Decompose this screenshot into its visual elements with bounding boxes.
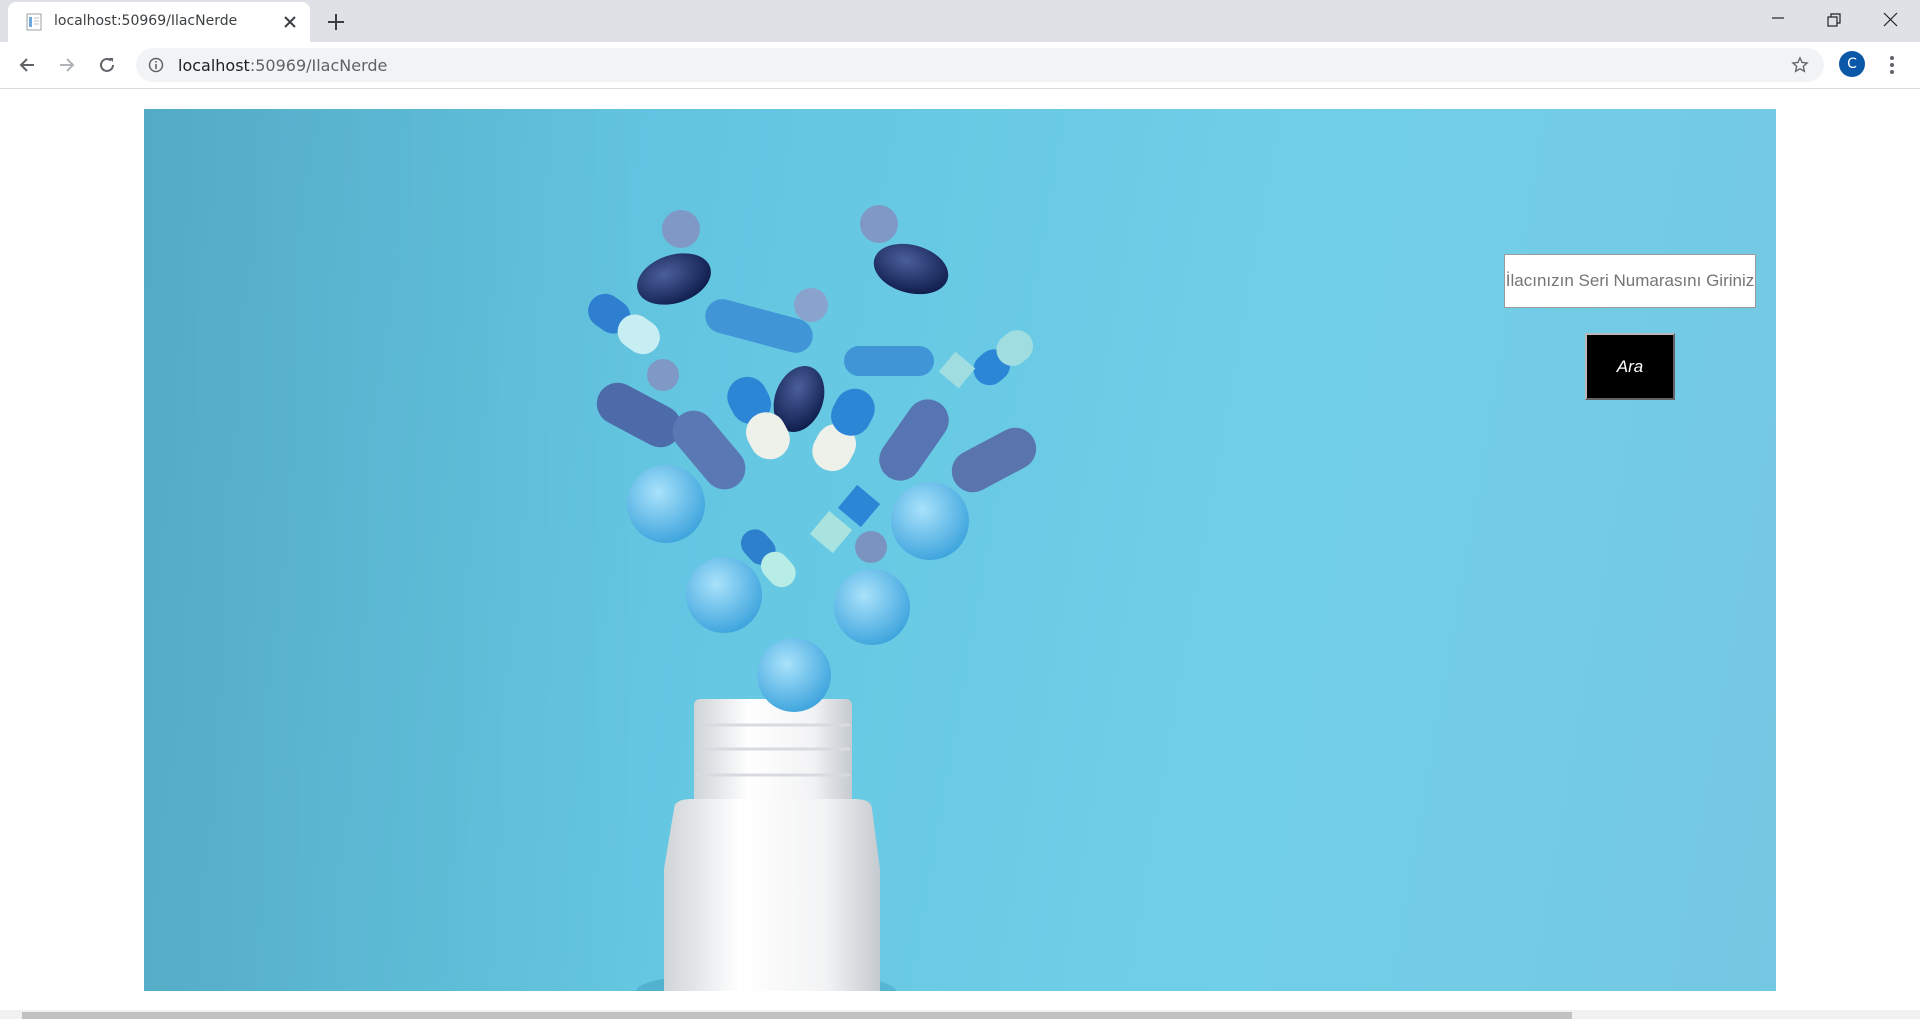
- profile-avatar[interactable]: C: [1839, 51, 1865, 77]
- browser-toolbar: localhost:50969/IlacNerde C: [0, 42, 1920, 89]
- plus-icon[interactable]: [324, 10, 348, 34]
- reload-icon: [100, 57, 114, 72]
- window-close-button[interactable]: [1862, 0, 1918, 38]
- url-path: :50969/IlacNerde: [249, 56, 388, 75]
- reload-button[interactable]: [93, 51, 121, 79]
- restore-icon: [1827, 13, 1841, 27]
- star-icon[interactable]: [1791, 56, 1809, 74]
- scrollbar-thumb[interactable]: [22, 1012, 1572, 1019]
- info-icon[interactable]: [148, 57, 164, 73]
- pill-bottle: [636, 699, 896, 991]
- forward-arrow-icon: [60, 58, 75, 72]
- browser-tab[interactable]: localhost:50969/IlacNerde: [8, 2, 310, 42]
- kebab-menu-icon[interactable]: [1884, 52, 1900, 78]
- hero-image: Ara: [144, 109, 1776, 991]
- tab-strip: localhost:50969/IlacNerde: [0, 0, 1920, 42]
- back-button[interactable]: [13, 51, 41, 79]
- window-close-icon: [1883, 12, 1898, 27]
- url-host: localhost: [178, 56, 250, 75]
- url-text: localhost:50969/IlacNerde: [178, 56, 387, 75]
- minimize-button[interactable]: [1750, 0, 1806, 38]
- serial-number-input[interactable]: [1504, 254, 1756, 308]
- pills-illustration: [144, 109, 1037, 991]
- document-favicon-icon: [26, 13, 42, 31]
- minimize-icon: [1772, 17, 1784, 19]
- tab-title: localhost:50969/IlacNerde: [54, 13, 238, 29]
- forward-button[interactable]: [53, 51, 81, 79]
- search-button[interactable]: Ara: [1585, 333, 1675, 400]
- restore-button[interactable]: [1806, 0, 1862, 38]
- back-arrow-icon: [19, 58, 34, 72]
- address-bar[interactable]: localhost:50969/IlacNerde: [136, 48, 1824, 82]
- close-icon[interactable]: [280, 12, 300, 32]
- horizontal-scrollbar[interactable]: [0, 1010, 1920, 1019]
